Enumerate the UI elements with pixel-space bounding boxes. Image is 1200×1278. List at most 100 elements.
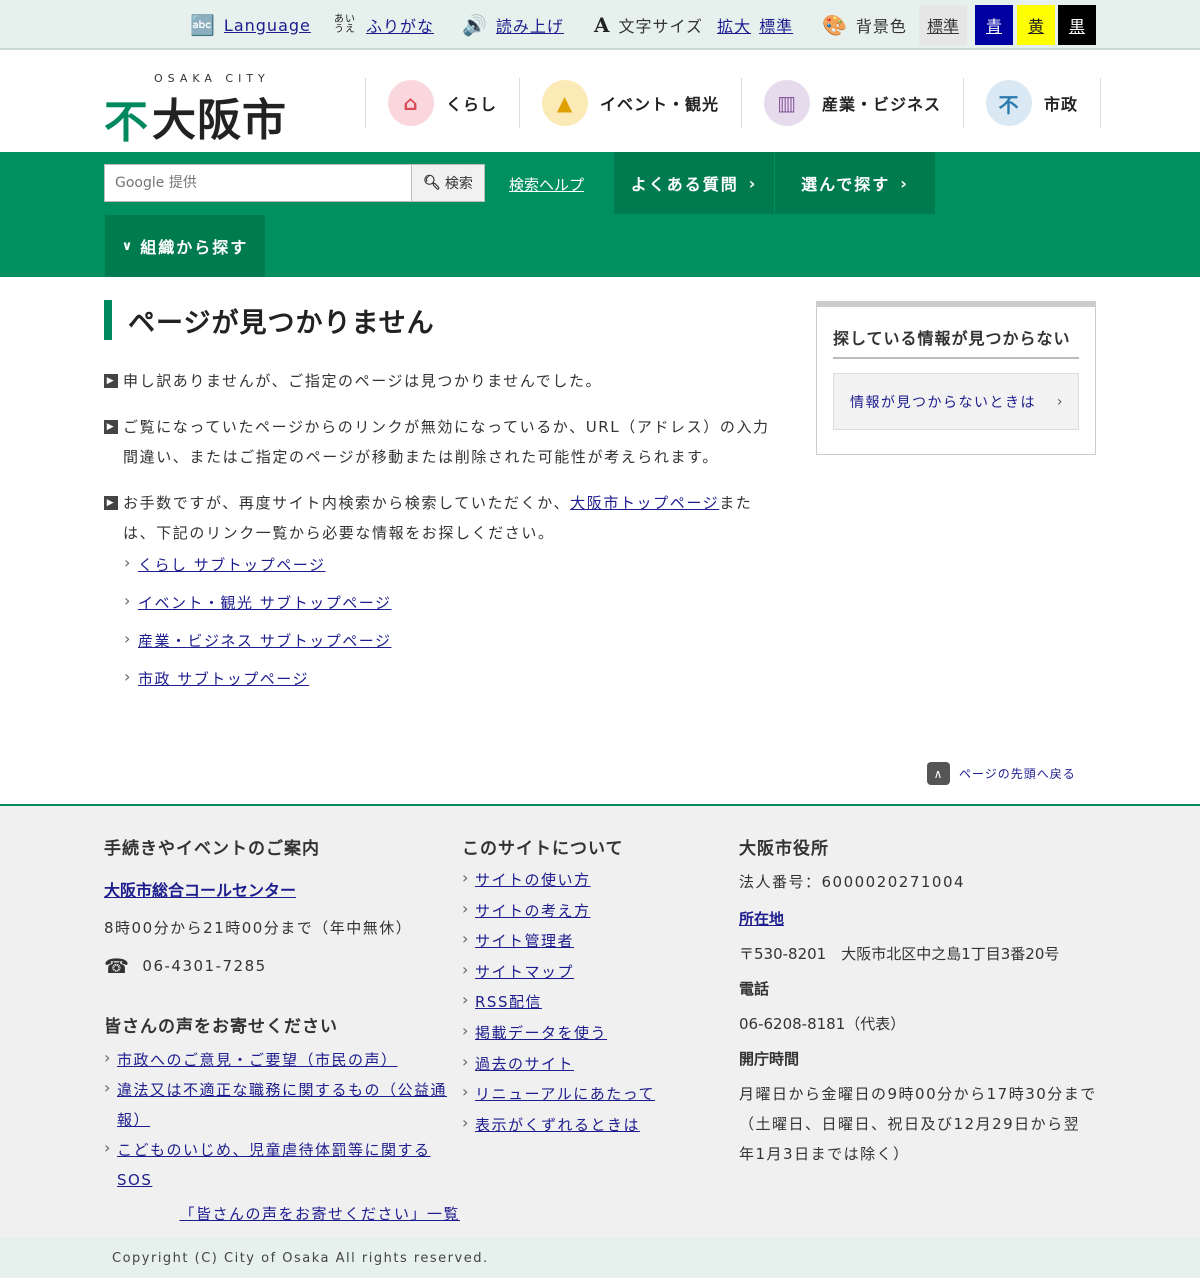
chevron-right-icon: › xyxy=(1056,393,1064,410)
event-subtop-link[interactable]: イベント・観光 サブトップページ xyxy=(138,594,391,612)
list-item: サイトの使い方 xyxy=(462,863,712,896)
faq-button[interactable]: よくある質問 › xyxy=(614,152,774,214)
tel-label: 電話 xyxy=(739,980,770,998)
copyright: Copyright (C) City of Osaka All rights r… xyxy=(0,1238,1200,1278)
chevron-up-icon: ∧ xyxy=(927,762,950,785)
sidebar-help-box: 探している情報が見つからない 情報が見つからないときは › xyxy=(816,301,1096,455)
font-size-icon: A xyxy=(594,13,611,37)
castle-icon: ▲ xyxy=(542,80,589,126)
list-item: イベント・観光 サブトップページ xyxy=(124,586,784,626)
cityhall-hours: 月曜日から金曜日の9時00分から17時30分まで xyxy=(739,1085,1097,1103)
subtop-link-list: くらし サブトップページ イベント・観光 サブトップページ 産業・ビジネス サブ… xyxy=(124,548,784,702)
arrow-marker-icon: ▶ xyxy=(104,496,118,510)
message-paragraph-2: ▶ ご覧になっていたページからのリンクが無効になっているか、URL（アドレス）の… xyxy=(104,412,784,472)
search-help-link[interactable]: 検索ヘルプ xyxy=(509,174,584,195)
arrow-marker-icon: ▶ xyxy=(104,374,118,388)
list-item: サイト管理者 xyxy=(462,924,712,957)
furigana-link[interactable]: あい うえ ふりがな xyxy=(334,0,434,50)
usage-link[interactable]: サイトの使い方 xyxy=(475,871,591,889)
page-title: ページが見つかりません xyxy=(104,300,784,340)
search-input-wrapper xyxy=(104,164,412,202)
child-sos-link[interactable]: こどものいじめ、児童虐待体罰等に関するSOS xyxy=(117,1141,431,1189)
footer-about-title: このサイトについて xyxy=(462,839,624,859)
bg-color-control: 🎨 背景色 xyxy=(822,13,907,37)
city-emblem-icon: 不 xyxy=(104,97,148,148)
chevron-down-icon: ∨ xyxy=(121,238,135,254)
bg-black-button[interactable]: 黒 xyxy=(1058,5,1096,45)
chevron-right-icon: › xyxy=(748,173,758,193)
footer-guide-column: 手続きやイベントのご案内 大阪市総合コールセンター 8時00分から21時00分ま… xyxy=(104,806,464,1224)
bg-yellow-button[interactable]: 黄 xyxy=(1017,5,1055,45)
call-center-hours: 8時00分から21時00分まで（年中無休） xyxy=(104,919,413,937)
location-link[interactable]: 所在地 xyxy=(739,910,784,928)
whistleblower-link[interactable]: 違法又は不適正な職務に関するもの（公益通報） xyxy=(117,1081,447,1129)
shisei-subtop-link[interactable]: 市政 サブトップページ xyxy=(138,670,309,688)
open-data-link[interactable]: 掲載データを使う xyxy=(475,1024,607,1042)
message-paragraph-1: ▶ 申し訳ありませんが、ご指定のページは見つかりませんでした。 xyxy=(104,366,784,396)
search-input[interactable] xyxy=(115,165,411,201)
business-subtop-link[interactable]: 産業・ビジネス サブトップページ xyxy=(138,632,391,650)
call-center-phone: ☎ 06-4301-7285 xyxy=(104,954,267,978)
sidebar-title: 探している情報が見つからない xyxy=(833,325,1079,359)
site-logo[interactable]: OSAKA CITY 不 大阪市 xyxy=(104,72,294,148)
font-enlarge-link[interactable]: 拡大 xyxy=(717,13,751,37)
utility-bar: 🔤 Language あい うえ ふりがな 🔊 読み上げ A 文字サイズ 拡大 … xyxy=(0,0,1200,50)
house-icon: ⌂ xyxy=(388,80,434,126)
address: 〒530-8201 大阪市北区中之島1丁目3番20号 xyxy=(739,945,1060,963)
corp-number: 法人番号：6000020271004 xyxy=(739,873,966,891)
osaka-top-link[interactable]: 大阪市トップページ xyxy=(570,494,719,512)
arrow-marker-icon: ▶ xyxy=(104,420,118,434)
list-item: サイトの考え方 xyxy=(462,894,712,927)
nav-kurashi[interactable]: ⌂ くらし xyxy=(365,78,519,128)
call-center-link[interactable]: 大阪市総合コールセンター xyxy=(104,881,296,900)
bg-blue-button[interactable]: 青 xyxy=(975,5,1013,45)
list-item: くらし サブトップページ xyxy=(124,548,784,588)
list-item: 過去のサイト xyxy=(462,1047,712,1080)
building-icon: ▥ xyxy=(764,80,811,126)
translate-icon: 🔤 xyxy=(190,13,216,37)
opinion-link[interactable]: 市政へのご意見・ご要望（市民の声） xyxy=(117,1051,398,1069)
nav-shisei[interactable]: 不 市政 xyxy=(963,78,1102,128)
list-item: RSS配信 xyxy=(462,985,712,1018)
read-aloud-link[interactable]: 🔊 読み上げ xyxy=(462,0,564,50)
font-standard-link[interactable]: 標準 xyxy=(759,13,793,37)
voice-list-link[interactable]: 「皆さんの声をお寄せください」一覧 xyxy=(179,1205,460,1223)
org-search-button[interactable]: ∨ 組織から探す xyxy=(105,215,265,277)
footer-about-column: このサイトについて サイトの使い方 サイトの考え方 サイト管理者 サイトマップ … xyxy=(462,806,712,1140)
list-item: 掲載データを使う xyxy=(462,1016,712,1049)
hours-label: 開庁時間 xyxy=(739,1050,800,1068)
list-item: リニューアルにあたって xyxy=(462,1077,712,1110)
list-item: 表示がくずれるときは xyxy=(462,1108,712,1141)
bg-standard-button[interactable]: 標準 xyxy=(919,5,967,45)
archive-link[interactable]: 過去のサイト xyxy=(475,1055,574,1073)
admin-link[interactable]: サイト管理者 xyxy=(475,932,574,950)
renewal-link[interactable]: リニューアルにあたって xyxy=(475,1085,655,1103)
font-size-control: A 文字サイズ 拡大 標準 xyxy=(594,13,794,37)
cityhall-tel: 06-6208-8181（代表） xyxy=(739,1015,906,1033)
policy-link[interactable]: サイトの考え方 xyxy=(475,902,591,920)
not-found-help-button[interactable]: 情報が見つからないときは › xyxy=(833,373,1079,430)
nav-event-kanko[interactable]: ▲ イベント・観光 xyxy=(519,78,741,128)
search-button[interactable]: 🔍︎ 検索 xyxy=(411,164,485,202)
rss-link[interactable]: RSS配信 xyxy=(475,993,542,1011)
page-top-link[interactable]: ∧ ページの先頭へ戻る xyxy=(927,762,1076,785)
nav-sangyo-business[interactable]: ▥ 産業・ビジネス xyxy=(741,78,963,128)
list-item: こどものいじめ、児童虐待体罰等に関するSOS xyxy=(104,1133,460,1195)
phone-icon: ☎ xyxy=(104,954,131,978)
choose-search-button[interactable]: 選んで探す › xyxy=(775,152,935,214)
about-link-list: サイトの使い方 サイトの考え方 サイト管理者 サイトマップ RSS配信 掲載デー… xyxy=(462,863,712,1141)
global-nav: ⌂ くらし ▲ イベント・観光 ▥ 産業・ビジネス 不 市政 xyxy=(365,78,1102,128)
kurashi-subtop-link[interactable]: くらし サブトップページ xyxy=(138,556,325,574)
display-issue-link[interactable]: 表示がくずれるときは xyxy=(475,1116,640,1134)
list-item: 産業・ビジネス サブトップページ xyxy=(124,624,784,664)
site-header: OSAKA CITY 不 大阪市 ⌂ くらし ▲ イベント・観光 ▥ 産業・ビジ… xyxy=(0,52,1200,152)
search-bar: 🔍︎ 検索 検索ヘルプ よくある質問 › 選んで探す › ∨ 組織から探す xyxy=(0,152,1200,277)
footer-guide-title: 手続きやイベントのご案内 xyxy=(104,839,320,859)
list-item: 市政 サブトップページ xyxy=(124,662,784,702)
sitemap-link[interactable]: サイトマップ xyxy=(475,963,574,981)
language-link[interactable]: 🔤 Language xyxy=(190,0,311,50)
footer-cityhall-column: 大阪市役所 法人番号：6000020271004 所在地 〒530-8201 大… xyxy=(739,806,1099,1169)
cityhall-title: 大阪市役所 xyxy=(739,839,829,859)
furigana-icon: あい うえ xyxy=(334,14,356,35)
voice-link-list: 市政へのご意見・ご要望（市民の声） 違法又は不適正な職務に関するもの（公益通報）… xyxy=(104,1043,460,1195)
